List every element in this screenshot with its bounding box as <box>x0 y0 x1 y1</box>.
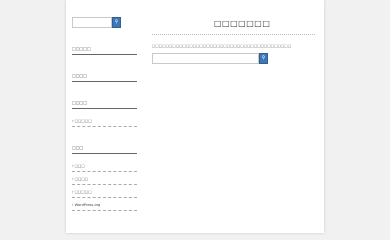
chevron-right-icon: › <box>72 176 74 181</box>
widget-link-login[interactable]: ›□□□ <box>72 163 137 172</box>
chevron-right-icon: › <box>72 202 74 207</box>
chevron-right-icon: › <box>72 118 74 123</box>
widget-link-wordpress-org[interactable]: ›WordPress.org <box>72 202 137 211</box>
widget-title-categories: □□□□ <box>72 100 137 109</box>
widget-link-label: □□□□ <box>74 177 89 181</box>
search-icon: ⚲ <box>114 19 119 25</box>
widget-link-label: □□□□□ <box>74 190 92 194</box>
chevron-right-icon: › <box>72 163 74 168</box>
widget-link-label: □□□ <box>74 164 85 168</box>
widget-link-label: WordPress.org <box>74 203 101 207</box>
sidebar-search-form: ⚲ <box>72 17 121 28</box>
widget-title-recent-comments: □□□□ <box>72 73 137 82</box>
page-title: □□□□□□□ <box>214 19 271 28</box>
main-search-input[interactable] <box>152 53 259 64</box>
chevron-right-icon: › <box>72 189 74 194</box>
page-container: ⚲ □□□□□ □□□□ □□□□ ›□□□□□ □□□ ›□□□ ›□□□□ … <box>66 0 324 233</box>
main-search-button[interactable]: ⚲ <box>259 53 268 64</box>
sidebar-search-input[interactable] <box>72 17 112 28</box>
search-icon: ⚲ <box>261 55 266 61</box>
widget-link-category[interactable]: ›□□□□□ <box>72 118 137 127</box>
widget-title-recent-posts: □□□□□ <box>72 46 137 55</box>
widget-link-entries-feed[interactable]: ›□□□□ <box>72 176 137 185</box>
widget-link-label: □□□□□ <box>74 119 92 123</box>
widget-title-meta: □□□ <box>72 145 137 154</box>
sidebar-search-button[interactable]: ⚲ <box>112 17 121 28</box>
widget-link-comments-feed[interactable]: ›□□□□□ <box>72 189 137 198</box>
title-divider <box>152 34 315 35</box>
not-found-message: □□□□□□□□□□□□□□□□□□□□□□□□□□□□□□□□□□□□□□□□… <box>152 44 292 48</box>
main-search-form: ⚲ <box>152 53 268 64</box>
